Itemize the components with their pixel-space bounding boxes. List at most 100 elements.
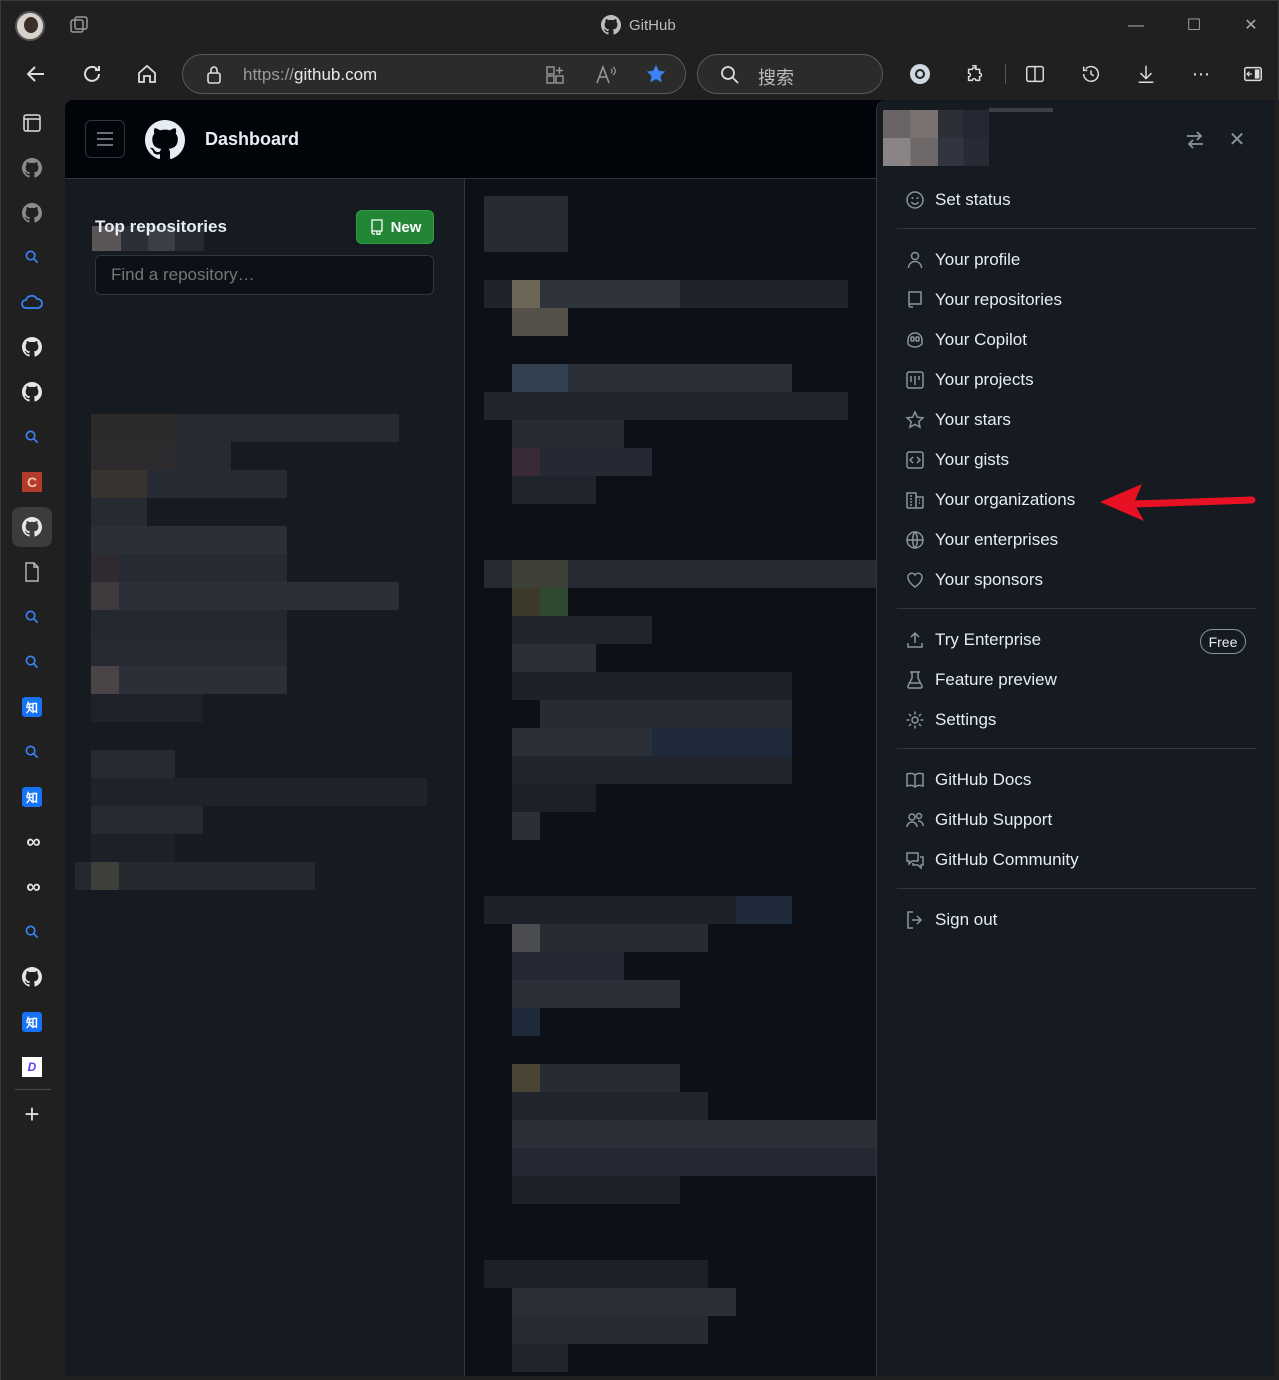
menu-your-projects[interactable]: Your projects <box>905 365 1034 395</box>
search-icon <box>25 925 39 939</box>
maximize-button[interactable]: ☐ <box>1181 13 1207 39</box>
sidebar-tab-tab-actions-icon[interactable] <box>18 109 46 137</box>
sidebar-tab-zhihu-favicon[interactable]: 知 <box>18 783 46 811</box>
extension-circle-button[interactable] <box>906 60 934 88</box>
globe-icon <box>906 531 924 549</box>
redacted-user-name <box>989 108 1053 112</box>
star-icon <box>905 410 925 429</box>
zhihu-icon: 知 <box>22 787 42 807</box>
sidebar-tab-infinity-favicon[interactable]: ∞ <box>18 873 46 901</box>
favorite-star-icon[interactable] <box>645 63 667 85</box>
menu-settings[interactable]: Settings <box>905 705 996 735</box>
search-icon <box>721 66 739 84</box>
downloads-button[interactable] <box>1132 60 1160 88</box>
refresh-button[interactable] <box>78 60 106 88</box>
read-aloud-icon[interactable] <box>595 65 617 85</box>
history-icon <box>1082 65 1100 82</box>
book-icon <box>906 772 924 789</box>
menu-your-repositories-label: Your repositories <box>935 290 1062 309</box>
zhihu-icon: 知 <box>22 697 42 717</box>
menu-your-organizations[interactable]: Your organizations <box>905 485 1075 515</box>
lock-icon[interactable] <box>205 65 223 85</box>
menu-your-stars[interactable]: Your stars <box>905 405 1011 435</box>
menu-github-support[interactable]: GitHub Support <box>905 805 1052 835</box>
sidebar-tab-search-favicon[interactable] <box>18 603 46 631</box>
menu-feature-preview[interactable]: Feature preview <box>905 665 1057 695</box>
search-icon <box>25 250 39 264</box>
menu-your-gists[interactable]: Your gists <box>905 445 1009 475</box>
menu-your-profile[interactable]: Your profile <box>905 245 1020 275</box>
puzzle-icon <box>967 65 983 82</box>
sidebar-tab-zhihu-favicon[interactable]: 知 <box>18 1008 46 1036</box>
sidebar-tab-search-favicon[interactable] <box>18 918 46 946</box>
code-square-icon <box>906 451 924 469</box>
search-placeholder: 搜索 <box>758 68 794 88</box>
menu-github-community-label: GitHub Community <box>935 850 1079 869</box>
sidebar-toggle-button[interactable] <box>1239 60 1267 88</box>
back-button[interactable] <box>22 60 50 88</box>
sidebar-tab-github-favicon[interactable] <box>18 963 46 991</box>
new-repository-button[interactable]: New <box>356 210 434 244</box>
add-tab-button[interactable]: + <box>18 1099 46 1129</box>
comment-discussion-icon <box>906 852 924 870</box>
workspaces-icon[interactable] <box>69 15 89 35</box>
sidebar-tab-github-favicon[interactable] <box>18 199 46 227</box>
refresh-icon <box>84 65 100 82</box>
sidebar-tab-d-favicon[interactable]: D <box>18 1053 46 1081</box>
minimize-button[interactable]: — <box>1123 13 1149 39</box>
menu-your-repositories[interactable]: Your repositories <box>905 285 1062 315</box>
find-repository-input[interactable] <box>95 255 434 295</box>
sidebar-tab-search-favicon[interactable] <box>18 648 46 676</box>
sidebar-tab-github-favicon[interactable] <box>18 333 46 361</box>
menu-divider <box>897 748 1256 749</box>
menu-your-copilot[interactable]: Your Copilot <box>905 325 1027 355</box>
global-nav-button[interactable] <box>85 120 125 158</box>
sidebar-tab-search-favicon[interactable] <box>18 243 46 271</box>
history-button[interactable] <box>1077 60 1105 88</box>
sidebar-tab-github-favicon[interactable] <box>18 378 46 406</box>
switch-account-icon[interactable] <box>1183 128 1207 152</box>
menu-github-docs[interactable]: GitHub Docs <box>905 765 1031 795</box>
address-bar[interactable]: https://github.com <box>182 54 686 94</box>
arrow-left-icon <box>26 66 44 82</box>
menu-your-enterprises[interactable]: Your enterprises <box>905 525 1058 555</box>
close-window-button[interactable]: ✕ <box>1238 13 1264 39</box>
home-button[interactable] <box>133 60 161 88</box>
cloud-icon <box>21 294 43 309</box>
sidebar-tab-zhihu-favicon[interactable]: 知 <box>18 693 46 721</box>
zhihu-icon: 知 <box>22 1012 42 1032</box>
menu-github-community[interactable]: GitHub Community <box>905 845 1079 875</box>
menu-sign-out-label: Sign out <box>935 910 998 929</box>
menu-set-status[interactable]: Set status <box>905 185 1011 215</box>
circle-extension-icon <box>910 64 930 84</box>
sidebar-tab-cloud-favicon[interactable] <box>18 288 46 316</box>
sidebar-tab-infinity-favicon[interactable]: ∞ <box>18 828 46 856</box>
upload-icon <box>907 631 923 648</box>
sidebar-tab-search-favicon[interactable] <box>18 738 46 766</box>
browser-search-box[interactable]: 搜索 <box>697 54 883 94</box>
menu-sign-out[interactable]: Sign out <box>905 905 997 935</box>
infinity-icon: ∞ <box>26 830 40 853</box>
page-title: Dashboard <box>205 129 300 149</box>
menu-your-sponsors[interactable]: Your sponsors <box>905 565 1043 595</box>
menu-try-enterprise[interactable]: Try Enterprise <box>905 625 1041 655</box>
extensions-button[interactable] <box>961 60 989 88</box>
c-letter-icon: C <box>22 472 42 492</box>
github-icon <box>22 517 42 537</box>
more-menu-button[interactable]: ⋯ <box>1187 60 1215 88</box>
window-title-text: GitHub <box>629 16 676 34</box>
sidebar-tab-c-favicon[interactable]: C <box>18 468 46 496</box>
sidebar-tab-document-favicon[interactable] <box>18 558 46 586</box>
menu-your-stars-label: Your stars <box>935 410 1011 429</box>
apps-icon[interactable] <box>545 65 565 85</box>
split-screen-button[interactable] <box>1021 60 1049 88</box>
close-menu-button[interactable]: ✕ <box>1225 128 1249 152</box>
github-logo-icon[interactable] <box>145 120 185 160</box>
sidebar-tab-github-favicon[interactable] <box>12 507 52 547</box>
menu-your-gists-label: Your gists <box>935 450 1010 469</box>
menu-your-organizations-label: Your organizations <box>935 490 1076 509</box>
download-icon <box>1138 65 1154 83</box>
sidebar-tab-github-favicon[interactable] <box>18 154 46 182</box>
profile-avatar[interactable] <box>15 11 45 41</box>
sidebar-tab-search-favicon[interactable] <box>18 423 46 451</box>
